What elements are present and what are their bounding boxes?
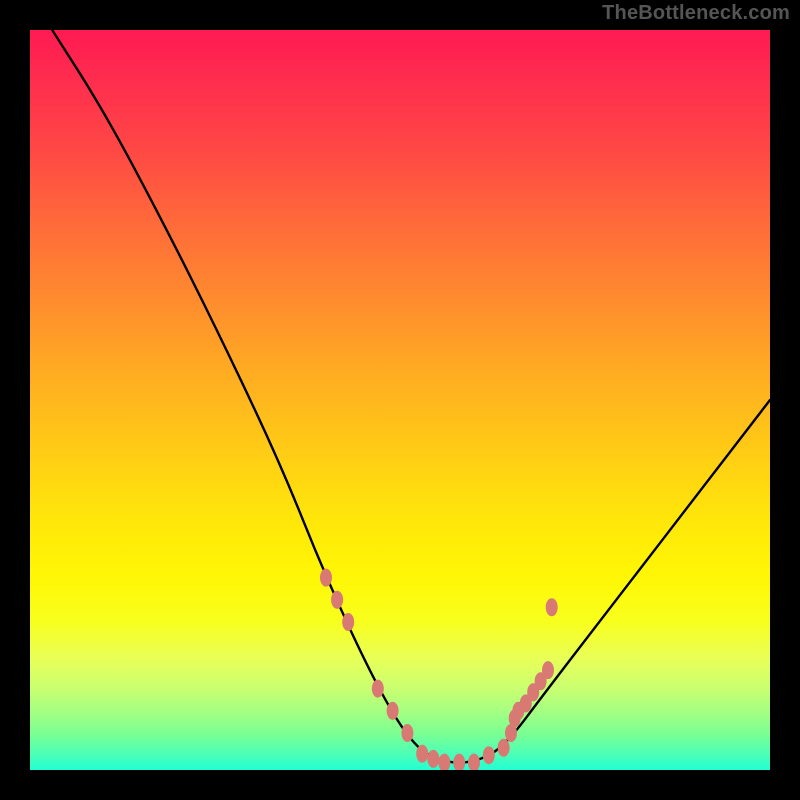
chart-svg [30, 30, 770, 770]
threshold-marker [438, 754, 450, 770]
threshold-marker [453, 754, 465, 770]
threshold-marker [416, 745, 428, 763]
threshold-marker [372, 680, 384, 698]
plot-area [30, 30, 770, 770]
threshold-marker [498, 739, 510, 757]
threshold-marker [387, 702, 399, 720]
chart-frame: TheBottleneck.com [0, 0, 800, 800]
threshold-marker [331, 591, 343, 609]
main-curve [52, 30, 770, 763]
threshold-marker [401, 724, 413, 742]
threshold-marker [468, 754, 480, 770]
watermark-text: TheBottleneck.com [602, 2, 790, 25]
threshold-marker [546, 598, 558, 616]
threshold-marker [320, 569, 332, 587]
threshold-marker [342, 613, 354, 631]
threshold-markers [320, 569, 558, 770]
threshold-marker [483, 746, 495, 764]
threshold-marker [427, 750, 439, 768]
threshold-marker [542, 661, 554, 679]
